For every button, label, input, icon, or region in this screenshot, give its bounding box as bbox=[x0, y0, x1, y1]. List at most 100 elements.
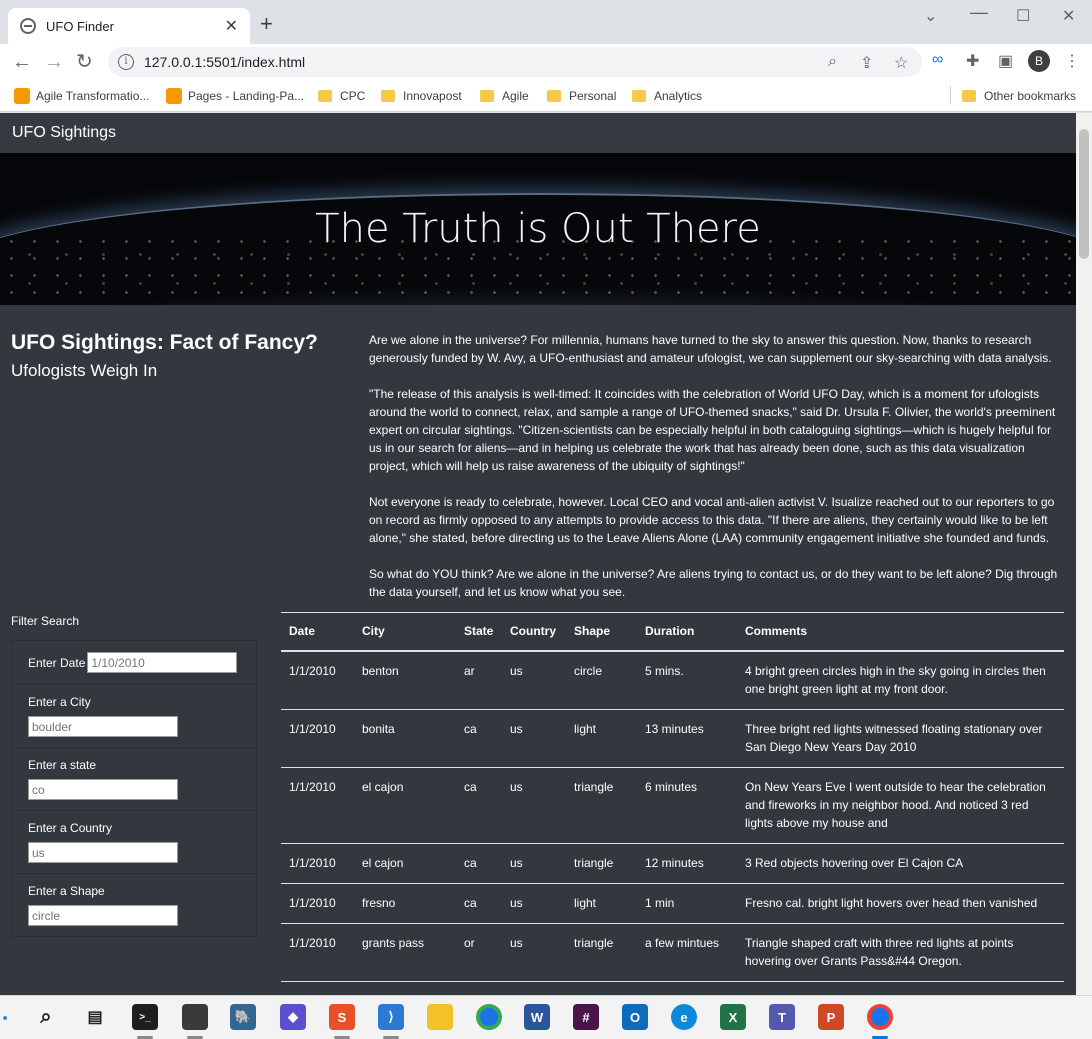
table-row: 1/1/2010 fresno ca us light 1 min Fresno… bbox=[281, 883, 1064, 924]
cell-city: el cajon bbox=[354, 843, 456, 884]
profile-avatar[interactable]: B bbox=[1028, 50, 1050, 72]
zoom-icon[interactable]: ⌕ bbox=[828, 53, 837, 71]
folder-icon bbox=[547, 90, 561, 102]
edge-icon[interactable]: e bbox=[671, 1004, 697, 1030]
cell-country: us bbox=[502, 709, 566, 768]
start-icon[interactable]: ▪ bbox=[0, 1004, 10, 1030]
site-info-icon[interactable]: i bbox=[118, 54, 134, 70]
hero-banner: The Truth is Out There bbox=[0, 153, 1076, 305]
bookmark-star-icon[interactable]: ☆ bbox=[894, 53, 908, 73]
cell-state: or bbox=[456, 923, 502, 982]
extensions-puzzle-icon[interactable]: ✚ bbox=[966, 51, 979, 71]
other-bookmarks[interactable]: Other bookmarks bbox=[962, 86, 1076, 106]
cell-date: 1/1/2010 bbox=[281, 767, 354, 844]
app-icon bbox=[166, 88, 182, 104]
page-scrollbar[interactable] bbox=[1076, 113, 1092, 995]
bookmark-agile[interactable]: Agile bbox=[480, 86, 529, 106]
cell-comments: 4 bright green circles high in the sky g… bbox=[737, 651, 1064, 710]
table-row: 1/1/2010 el cajon ca us triangle 12 minu… bbox=[281, 843, 1064, 884]
navbar-brand[interactable]: UFO Sightings bbox=[12, 124, 116, 141]
column-header-city: City bbox=[354, 612, 456, 652]
cell-state: ca bbox=[456, 767, 502, 844]
vscode-icon[interactable]: ⟩ bbox=[378, 1004, 404, 1030]
chrome-profile-icon[interactable] bbox=[867, 1004, 893, 1030]
cell-state: ca bbox=[456, 883, 502, 924]
chrome-icon[interactable] bbox=[476, 1004, 502, 1030]
cell-duration: a few mintues bbox=[637, 923, 737, 982]
app-icon bbox=[14, 88, 30, 104]
hero-title: The Truth is Out There bbox=[315, 206, 761, 252]
word-icon[interactable]: W bbox=[524, 1004, 550, 1030]
shape-input[interactable] bbox=[28, 905, 178, 926]
minimize-button[interactable]: — bbox=[970, 2, 988, 23]
reload-button[interactable]: ↻ bbox=[76, 50, 93, 74]
cell-country: us bbox=[502, 883, 566, 924]
cell-city: fresno bbox=[354, 883, 456, 924]
browser-tab[interactable]: UFO Finder ✕ bbox=[8, 8, 250, 44]
scrollbar-thumb[interactable] bbox=[1079, 129, 1089, 259]
task-view-icon[interactable]: ▤ bbox=[82, 1004, 108, 1030]
bookmark-cpc[interactable]: CPC bbox=[318, 86, 365, 106]
article-body: Are we alone in the universe? For millen… bbox=[369, 331, 1065, 619]
column-header-shape: Shape bbox=[566, 612, 637, 652]
cell-state: ar bbox=[456, 651, 502, 710]
cell-duration: 10 min bbox=[637, 981, 737, 995]
cell-date: 1/1/2010 bbox=[281, 883, 354, 924]
snagit-icon[interactable]: S bbox=[329, 1004, 355, 1030]
powerpoint-icon[interactable]: P bbox=[818, 1004, 844, 1030]
filter-shape: Enter a Shape bbox=[12, 874, 256, 936]
file-explorer-icon[interactable] bbox=[427, 1004, 453, 1030]
bookmark-innovapost[interactable]: Innovapost bbox=[381, 86, 462, 106]
back-button[interactable]: ← bbox=[12, 50, 32, 74]
country-input[interactable] bbox=[28, 842, 178, 863]
forward-button[interactable]: → bbox=[44, 50, 64, 74]
cell-duration: 1 min bbox=[637, 883, 737, 924]
cell-city: el cajon bbox=[354, 767, 456, 844]
browser-menu-icon[interactable]: ⋮ bbox=[1064, 51, 1080, 71]
cell-state: ca bbox=[456, 981, 502, 995]
address-bar[interactable]: i 127.0.0.1:5501/index.html ⌕ ⇪ ☆ bbox=[108, 47, 922, 77]
bookmark-agile-transformation[interactable]: Agile Transformatio... bbox=[14, 86, 149, 106]
city-label: Enter a City bbox=[28, 695, 91, 709]
table-header-row: Date City State Country Shape Duration C… bbox=[281, 612, 1064, 652]
tab-search-chevron-icon[interactable]: ⌄ bbox=[924, 6, 937, 26]
state-input[interactable] bbox=[28, 779, 178, 800]
maximize-button[interactable]: ☐ bbox=[1016, 6, 1030, 26]
bookmark-personal[interactable]: Personal bbox=[547, 86, 616, 106]
close-tab-icon[interactable]: ✕ bbox=[225, 16, 238, 36]
table-row: 1/1/2010 bonita ca us light 13 minutes T… bbox=[281, 709, 1064, 768]
folder-icon bbox=[381, 90, 395, 102]
side-panel-icon[interactable]: ▣ bbox=[998, 51, 1013, 71]
table-row: 1/1/2010 la mesa ca us light 10 min Thre… bbox=[281, 981, 1064, 995]
cell-shape: light bbox=[566, 981, 637, 995]
postgresql-icon[interactable]: 🐘 bbox=[230, 1004, 256, 1030]
command-prompt-icon[interactable] bbox=[182, 1004, 208, 1030]
cell-country: us bbox=[502, 843, 566, 884]
cell-country: us bbox=[502, 981, 566, 995]
close-window-button[interactable]: ✕ bbox=[1062, 6, 1075, 26]
city-input[interactable] bbox=[28, 716, 178, 737]
extension-binoculars-icon[interactable]: ∞ bbox=[932, 51, 943, 69]
search-icon[interactable]: ⌕ bbox=[33, 1004, 59, 1030]
slack-icon[interactable]: # bbox=[573, 1004, 599, 1030]
new-tab-button[interactable]: + bbox=[260, 12, 273, 36]
date-input[interactable] bbox=[87, 652, 238, 673]
cell-date: 1/1/2010 bbox=[281, 923, 354, 982]
terminal-icon[interactable]: >_ bbox=[132, 1004, 158, 1030]
gitkraken-icon[interactable]: ◆ bbox=[280, 1004, 306, 1030]
bookmark-pages-landing[interactable]: Pages - Landing-Pa... bbox=[166, 86, 304, 106]
url-text[interactable]: 127.0.0.1:5501/index.html bbox=[144, 54, 305, 70]
tab-title: UFO Finder bbox=[46, 18, 114, 34]
article-paragraph: Are we alone in the universe? For millen… bbox=[369, 333, 1052, 365]
column-header-duration: Duration bbox=[637, 612, 737, 652]
excel-icon[interactable]: X bbox=[720, 1004, 746, 1030]
cell-date: 1/1/2010 bbox=[281, 651, 354, 710]
folder-icon bbox=[632, 90, 646, 102]
outlook-icon[interactable]: O bbox=[622, 1004, 648, 1030]
teams-icon[interactable]: T bbox=[769, 1004, 795, 1030]
cell-shape: light bbox=[566, 709, 637, 768]
filter-search-title: Filter Search bbox=[11, 614, 80, 628]
bookmark-analytics[interactable]: Analytics bbox=[632, 86, 702, 106]
column-header-state: State bbox=[456, 612, 502, 652]
share-icon[interactable]: ⇪ bbox=[860, 53, 873, 73]
